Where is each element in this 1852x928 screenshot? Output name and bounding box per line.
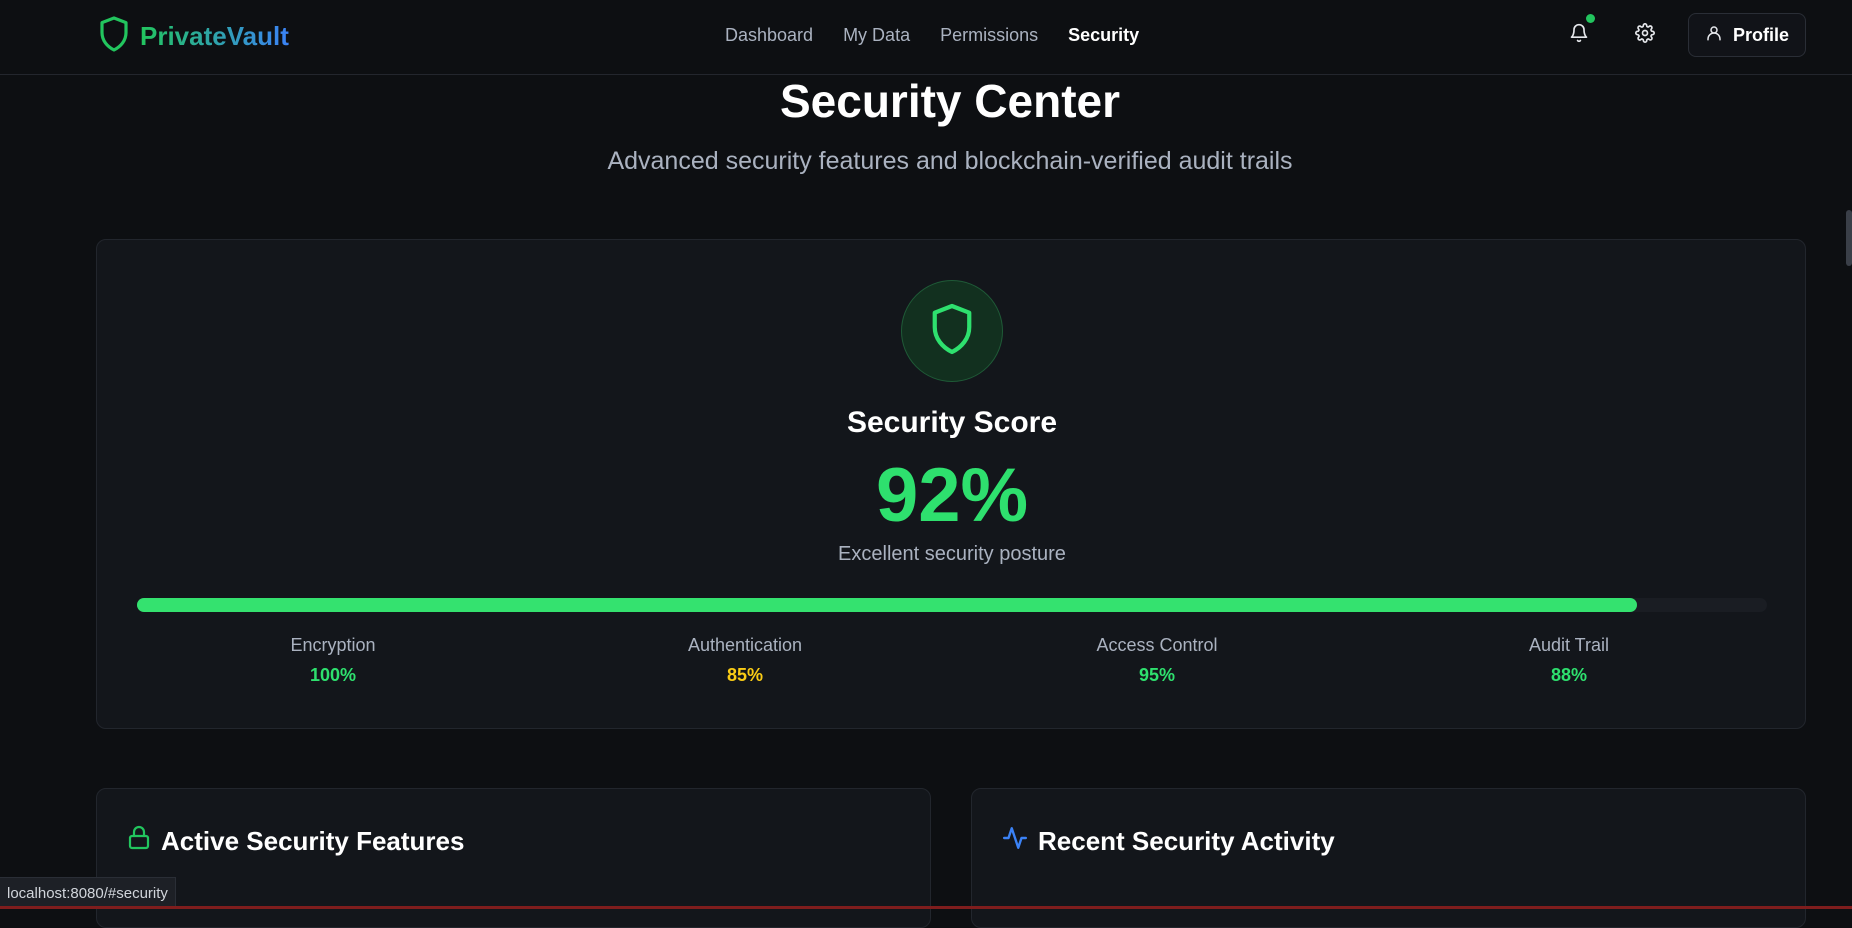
metric-authentication: Authentication 85% — [615, 635, 875, 686]
nav-actions: Profile — [1556, 12, 1806, 58]
lock-icon — [127, 825, 151, 858]
activity-icon — [1002, 825, 1028, 858]
scrollbar-thumb[interactable] — [1846, 210, 1852, 266]
profile-label: Profile — [1732, 24, 1789, 45]
nav-link-dashboard[interactable]: Dashboard — [725, 25, 813, 46]
score-progress-bar — [137, 598, 1767, 612]
score-label: Security Score — [846, 406, 1058, 439]
notifications-button[interactable] — [1556, 12, 1602, 58]
main-nav: Dashboard My Data Permissions Security — [725, 25, 1139, 46]
link-status-bar: localhost:8080/#security — [0, 877, 176, 909]
metric-value: 95% — [1138, 665, 1176, 685]
panel-title: Active Security Features — [127, 825, 464, 858]
gear-icon — [1635, 22, 1655, 48]
page-subtitle: Advanced security features and blockchai… — [607, 147, 1293, 175]
score-value: 92% — [875, 453, 1029, 538]
metric-label: Access Control — [1096, 635, 1218, 655]
profile-button[interactable]: Profile — [1687, 13, 1806, 57]
activity-title: Recent Security Activity — [1038, 826, 1335, 856]
metric-value: 100% — [309, 665, 357, 685]
settings-button[interactable] — [1622, 12, 1668, 58]
metric-label: Authentication — [687, 635, 803, 655]
score-description: Excellent security posture — [838, 543, 1066, 565]
brand-name: PrivateVault — [140, 21, 289, 51]
page-title: Security Center — [779, 75, 1120, 127]
panel-title: Recent Security Activity — [1002, 825, 1335, 858]
score-shield-badge — [901, 280, 1003, 382]
metric-label: Encryption — [290, 635, 376, 655]
security-score-card: Security Score 92% Excellent security po… — [96, 239, 1806, 729]
metric-audit-trail: Audit Trail 88% — [1439, 635, 1699, 686]
score-progress-fill — [137, 598, 1637, 612]
metric-value: 88% — [1550, 665, 1588, 685]
top-navbar: PrivateVault Dashboard My Data Permissio… — [0, 0, 1852, 75]
metric-access-control: Access Control 95% — [1027, 635, 1287, 686]
brand-logo[interactable]: PrivateVault — [98, 15, 289, 58]
user-icon — [1705, 24, 1723, 47]
nav-link-security[interactable]: Security — [1068, 25, 1139, 46]
features-title: Active Security Features — [161, 826, 465, 856]
nav-link-permissions[interactable]: Permissions — [940, 25, 1038, 46]
metric-label: Audit Trail — [1528, 635, 1610, 655]
metric-encryption: Encryption 100% — [203, 635, 463, 686]
shield-icon — [98, 15, 130, 58]
bell-icon — [1569, 23, 1589, 48]
shield-icon — [929, 302, 975, 361]
nav-link-my-data[interactable]: My Data — [843, 25, 910, 46]
notification-dot — [1585, 14, 1595, 23]
metric-value: 85% — [726, 665, 764, 685]
